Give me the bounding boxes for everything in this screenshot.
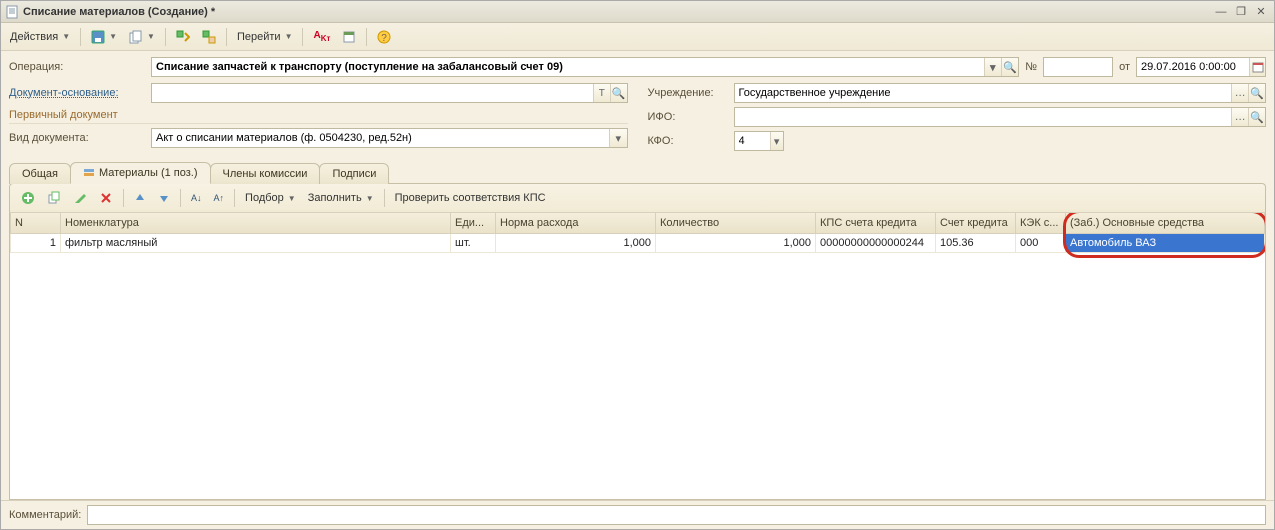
docbase-open-icon[interactable]: 🔍 <box>610 84 627 102</box>
document-icon <box>5 5 19 19</box>
cell-nomenclature[interactable]: фильтр масляный <box>61 233 451 252</box>
calendar-icon[interactable] <box>1249 58 1265 76</box>
tab-general[interactable]: Общая <box>9 163 71 184</box>
number-label: № <box>1025 61 1037 73</box>
cell-kps[interactable]: 00000000000000244 <box>816 233 936 252</box>
col-kps[interactable]: КПС счета кредита <box>816 213 936 233</box>
close-button[interactable]: ✕ <box>1252 4 1270 20</box>
col-asset[interactable]: (Заб.) Основные средства <box>1066 213 1265 233</box>
col-unit[interactable]: Еди... <box>451 213 496 233</box>
tab-materials[interactable]: Материалы (1 поз.) <box>70 162 211 184</box>
copy-icon[interactable]: ▼ <box>124 26 160 48</box>
cell-qty[interactable]: 1,000 <box>656 233 816 252</box>
col-n[interactable]: N <box>11 213 61 233</box>
docbase-link[interactable]: Документ-основание: <box>9 87 145 99</box>
cell-kek[interactable]: 000 <box>1016 233 1066 252</box>
structure-icon[interactable]: AKт <box>308 26 335 48</box>
sort-asc-icon[interactable]: A↓ <box>186 187 207 209</box>
number-field[interactable] <box>1044 61 1112 73</box>
post-close-icon[interactable] <box>197 26 221 48</box>
help-icon[interactable]: ? <box>372 26 396 48</box>
pick-button[interactable]: Подбор▼ <box>240 187 301 209</box>
ifo-select-icon[interactable]: … <box>1231 108 1248 126</box>
kfo-label: КФО: <box>648 135 728 147</box>
col-nomenclature[interactable]: Номенклатура <box>61 213 451 233</box>
comment-label: Комментарий: <box>9 509 81 521</box>
cell-account[interactable]: 105.36 <box>936 233 1016 252</box>
institution-select-icon[interactable]: … <box>1231 84 1248 102</box>
col-account[interactable]: Счет кредита <box>936 213 1016 233</box>
goto-menu[interactable]: Перейти▼ <box>232 26 298 48</box>
table-row[interactable]: 1 фильтр масляный шт. 1,000 1,000 000000… <box>11 233 1265 252</box>
date-label: от <box>1119 61 1130 73</box>
minimize-button[interactable]: — <box>1212 4 1230 20</box>
institution-field[interactable] <box>735 87 1232 99</box>
kfo-dropdown-icon[interactable]: ▾ <box>770 132 783 150</box>
save-icon[interactable]: ▼ <box>86 26 122 48</box>
docbase-field[interactable] <box>152 87 593 99</box>
materials-icon <box>83 167 95 179</box>
ifo-label: ИФО: <box>648 111 728 123</box>
cell-rate[interactable]: 1,000 <box>496 233 656 252</box>
table-toolbar: A↓ A↑ Подбор▼ Заполнить▼ Проверить соотв… <box>9 183 1266 213</box>
operation-open-icon[interactable]: 🔍 <box>1001 58 1018 76</box>
window-title: Списание материалов (Создание) * <box>23 6 1210 18</box>
svg-text:?: ? <box>382 33 388 44</box>
cell-n[interactable]: 1 <box>11 233 61 252</box>
tabs: Общая Материалы (1 поз.) Члены комиссии … <box>1 157 1274 183</box>
primary-doc-section: Первичный документ <box>9 107 628 124</box>
cell-unit[interactable]: шт. <box>451 233 496 252</box>
copy-row-icon[interactable] <box>42 187 66 209</box>
doctype-label: Вид документа: <box>9 132 145 144</box>
actions-menu[interactable]: Действия▼ <box>5 26 75 48</box>
delete-row-icon[interactable] <box>94 187 118 209</box>
ifo-open-icon[interactable]: 🔍 <box>1248 108 1265 126</box>
institution-label: Учреждение: <box>648 87 728 99</box>
bottom-bar: Комментарий: <box>1 500 1274 529</box>
doctype-dropdown-icon[interactable]: ▾ <box>609 129 626 147</box>
kfo-field[interactable] <box>735 135 770 147</box>
col-kek[interactable]: КЭК с... <box>1016 213 1066 233</box>
main-toolbar: Действия▼ ▼ ▼ Перейти▼ AKт ? <box>1 23 1274 51</box>
sort-desc-icon[interactable]: A↑ <box>209 187 230 209</box>
col-qty[interactable]: Количество <box>656 213 816 233</box>
post-icon[interactable] <box>171 26 195 48</box>
check-kps-button[interactable]: Проверить соответствия КПС <box>390 187 551 209</box>
tab-commission[interactable]: Члены комиссии <box>210 163 321 184</box>
docbase-text-button[interactable]: T <box>593 84 610 102</box>
materials-table: N Номенклатура Еди... Норма расхода Коли… <box>9 213 1266 500</box>
add-row-icon[interactable] <box>16 187 40 209</box>
cell-asset[interactable]: Автомобиль ВАЗ <box>1066 233 1265 252</box>
move-down-icon[interactable] <box>153 187 175 209</box>
comment-field[interactable] <box>88 509 1265 521</box>
title-bar: Списание материалов (Создание) * — ❐ ✕ <box>1 1 1274 23</box>
operation-dropdown-icon[interactable]: ▾ <box>984 58 1001 76</box>
move-up-icon[interactable] <box>129 187 151 209</box>
ifo-field[interactable] <box>735 111 1232 123</box>
restore-button[interactable]: ❐ <box>1232 4 1250 20</box>
fill-button[interactable]: Заполнить▼ <box>303 187 379 209</box>
col-rate[interactable]: Норма расхода <box>496 213 656 233</box>
report-icon[interactable] <box>337 26 361 48</box>
date-field[interactable] <box>1137 61 1249 73</box>
institution-open-icon[interactable]: 🔍 <box>1248 84 1265 102</box>
operation-field[interactable] <box>152 61 984 73</box>
doctype-field[interactable] <box>152 132 609 144</box>
operation-label: Операция: <box>9 61 145 73</box>
tab-signatures[interactable]: Подписи <box>319 163 389 184</box>
edit-row-icon[interactable] <box>68 187 92 209</box>
